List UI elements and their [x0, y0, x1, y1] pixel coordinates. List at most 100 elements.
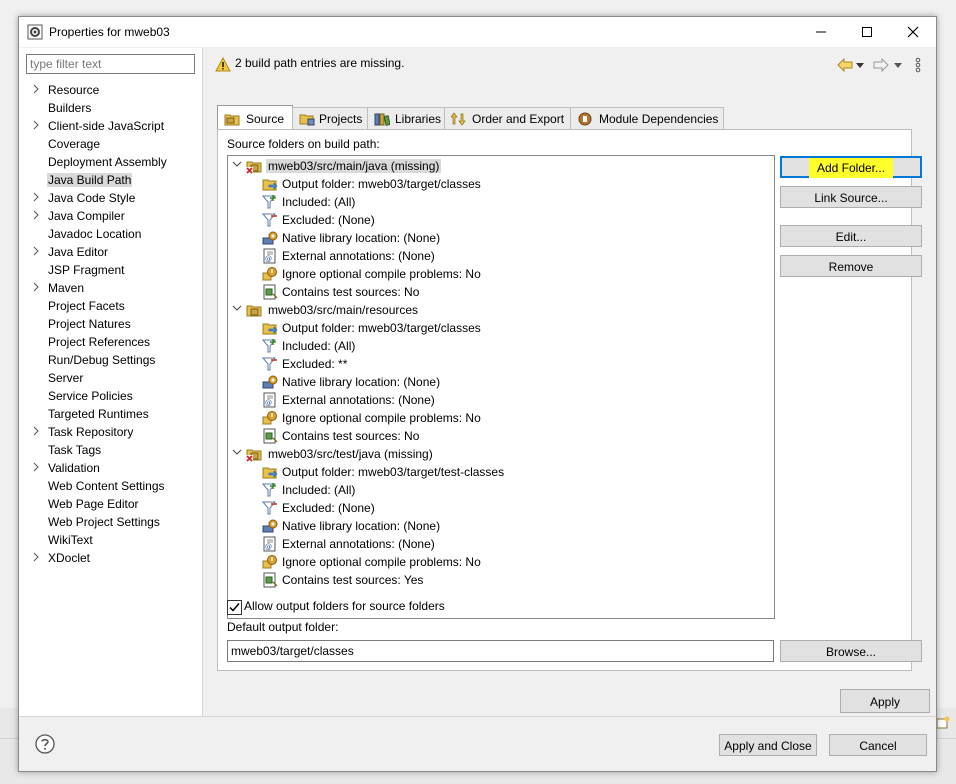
nav-item-label: Java Editor [48, 245, 109, 259]
nav-item-label: Java Build Path [47, 173, 133, 187]
exclude-filter-icon [262, 357, 277, 371]
edit-button[interactable]: Edit... [780, 225, 922, 247]
nav-item-run-debug-settings[interactable]: Run/Debug Settings [19, 351, 201, 369]
nav-item-project-natures[interactable]: Project Natures [19, 315, 201, 333]
nav-item-xdoclet[interactable]: XDoclet [19, 549, 201, 567]
expand-chevron-icon[interactable] [32, 246, 40, 256]
forward-menu-chevron-icon[interactable] [894, 63, 902, 69]
expand-chevron-icon[interactable] [32, 462, 40, 472]
browse-button[interactable]: Browse... [780, 640, 922, 662]
source-attribute-label: Output folder: mweb03/target/test-classe… [282, 465, 505, 479]
allow-output-checkbox[interactable] [227, 600, 242, 615]
nav-item-label: Coverage [48, 137, 101, 151]
test-sources-icon [263, 428, 278, 444]
tab-module-dependencies[interactable]: Module Dependencies [570, 107, 724, 129]
checkmark-icon [229, 603, 240, 612]
nav-item-label: Run/Debug Settings [48, 353, 156, 367]
collapse-chevron-icon[interactable] [232, 161, 242, 169]
source-folder-label: mweb03/src/test/java (missing) [268, 447, 433, 461]
maximize-button[interactable] [844, 17, 890, 47]
nav-item-coverage[interactable]: Coverage [19, 135, 201, 153]
apply-button[interactable]: Apply [840, 689, 930, 713]
remove-button[interactable]: Remove [780, 255, 922, 277]
source-attribute-label: Contains test sources: No [282, 429, 420, 443]
source-attribute-label: External annotations: (None) [282, 393, 435, 407]
collapse-chevron-icon[interactable] [232, 305, 242, 313]
link-source-button[interactable]: Link Source... [780, 186, 922, 208]
nav-item-server[interactable]: Server [19, 369, 201, 387]
forward-arrow-icon[interactable] [873, 58, 889, 72]
allow-output-label: Allow output folders for source folders [244, 599, 445, 613]
tab-source-label: Source [246, 112, 285, 126]
help-icon[interactable] [35, 734, 55, 754]
nav-item-label: Resource [48, 83, 100, 97]
ignore-problems-icon [262, 411, 277, 425]
expand-chevron-icon[interactable] [32, 192, 40, 202]
tab-projects[interactable]: Projects [292, 107, 368, 129]
nav-item-task-tags[interactable]: Task Tags [19, 441, 201, 459]
source-attribute-label: Ignore optional compile problems: No [282, 267, 481, 281]
svg-text:@: @ [265, 255, 272, 263]
expand-chevron-icon[interactable] [32, 552, 40, 562]
missing-source-folder-icon [246, 161, 262, 174]
output-folder-icon [262, 323, 278, 335]
nav-item-maven[interactable]: Maven [19, 279, 201, 297]
default-output-field[interactable]: mweb03/target/classes [227, 640, 774, 662]
source-folders-tree[interactable]: mweb03/src/main/java (missing) Output fol… [227, 155, 775, 619]
tab-order-and-export[interactable]: Order and Export [444, 107, 571, 129]
view-menu-icon[interactable] [915, 57, 921, 73]
nav-item-web-project-settings[interactable]: Web Project Settings [19, 513, 201, 531]
tab-source[interactable]: Source [217, 105, 293, 130]
source-attribute-label: Native library location: (None) [282, 375, 441, 389]
minimize-button[interactable] [798, 17, 844, 47]
add-folder-button[interactable]: Add Folder... [780, 156, 922, 178]
nav-item-label: Web Project Settings [48, 515, 160, 529]
nav-item-java-compiler[interactable]: Java Compiler [19, 207, 201, 225]
nav-item-validation[interactable]: Validation [19, 459, 201, 477]
cancel-button[interactable]: Cancel [829, 734, 927, 756]
annotations-icon: @ [263, 248, 276, 264]
nav-item-task-repository[interactable]: Task Repository [19, 423, 201, 441]
order-export-icon [451, 112, 466, 126]
nav-item-deployment-assembly[interactable]: Deployment Assembly [19, 153, 201, 171]
tab-order-and-export-label: Order and Export [472, 112, 565, 126]
nav-item-java-code-style[interactable]: Java Code Style [19, 189, 201, 207]
nav-item-web-page-editor[interactable]: Web Page Editor [19, 495, 201, 513]
ignore-problems-icon [262, 267, 277, 281]
libraries-icon [374, 113, 390, 126]
expand-chevron-icon[interactable] [32, 282, 40, 292]
expand-chevron-icon[interactable] [32, 120, 40, 130]
module-icon [578, 112, 592, 126]
expand-chevron-icon[interactable] [32, 426, 40, 436]
source-folder-icon [224, 114, 240, 126]
nav-item-label: Server [48, 371, 84, 385]
svg-text:@: @ [265, 399, 272, 407]
apply-and-close-button[interactable]: Apply and Close [719, 734, 817, 756]
back-menu-chevron-icon[interactable] [856, 63, 864, 69]
nav-item-project-references[interactable]: Project References [19, 333, 201, 351]
nav-item-builders[interactable]: Builders [19, 99, 201, 117]
back-arrow-icon[interactable] [837, 58, 853, 72]
nav-item-client-side-javascript[interactable]: Client-side JavaScript [19, 117, 201, 135]
add-folder-label: Add Folder... [808, 158, 894, 178]
collapse-chevron-icon[interactable] [232, 449, 242, 457]
tab-libraries[interactable]: Libraries [367, 107, 445, 129]
expand-chevron-icon[interactable] [32, 210, 40, 220]
nav-item-resource[interactable]: Resource [19, 81, 201, 99]
nav-item-java-editor[interactable]: Java Editor [19, 243, 201, 261]
nav-item-web-content-settings[interactable]: Web Content Settings [19, 477, 201, 495]
filter-input[interactable] [26, 54, 195, 74]
nav-item-javadoc-location[interactable]: Javadoc Location [19, 225, 201, 243]
nav-item-service-policies[interactable]: Service Policies [19, 387, 201, 405]
source-attribute-label: Included: (All) [282, 195, 356, 209]
nav-item-label: Builders [48, 101, 92, 115]
nav-item-java-build-path[interactable]: Java Build Path [19, 171, 201, 189]
nav-item-project-facets[interactable]: Project Facets [19, 297, 201, 315]
title-bar: Properties for mweb03 [19, 17, 936, 47]
close-button[interactable] [890, 17, 936, 47]
nav-item-targeted-runtimes[interactable]: Targeted Runtimes [19, 405, 201, 423]
test-sources-icon [263, 284, 278, 300]
expand-chevron-icon[interactable] [32, 84, 40, 94]
nav-item-wikitext[interactable]: WikiText [19, 531, 201, 549]
nav-item-jsp-fragment[interactable]: JSP Fragment [19, 261, 201, 279]
